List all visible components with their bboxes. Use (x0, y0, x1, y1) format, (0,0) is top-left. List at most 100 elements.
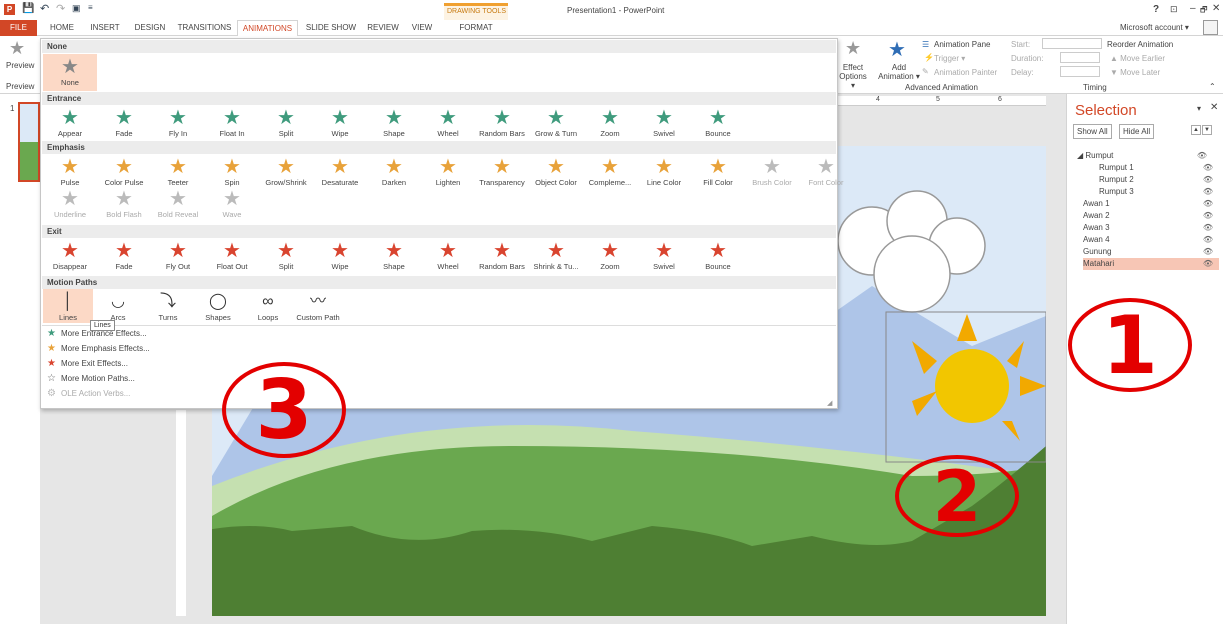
redo-icon[interactable]: ↷ (56, 2, 65, 15)
exit-item[interactable]: ★ Fly Out (151, 238, 205, 278)
animation-painter-button[interactable]: Animation Painter (934, 68, 997, 77)
emphasis-item[interactable]: ★ Bold Flash (97, 186, 151, 226)
show-all-button[interactable]: Show All (1073, 124, 1112, 139)
bring-forward-icon[interactable]: ▲ (1191, 125, 1201, 135)
motion-path-item[interactable]: 〰 Custom Path (293, 289, 343, 323)
more-exit-effects[interactable]: ★ More Exit Effects... (47, 358, 128, 369)
exit-item[interactable]: ★ Wipe (313, 238, 367, 278)
emphasis-item[interactable]: ★ Grow/Shrink (259, 154, 313, 194)
exit-item[interactable]: ★ Disappear (43, 238, 97, 278)
visibility-eye-icon[interactable]: 👁 (1197, 150, 1207, 162)
preview-button[interactable]: Preview (6, 61, 34, 70)
minimize-button[interactable]: – (1190, 3, 1196, 14)
emphasis-item[interactable]: ★ Underline (43, 186, 97, 226)
motion-path-item[interactable]: ⤵ Turns (143, 289, 193, 323)
entrance-item[interactable]: ★ Grow & Turn (529, 105, 583, 145)
tab-design[interactable]: DESIGN (130, 20, 170, 36)
tab-review[interactable]: REVIEW (364, 20, 402, 36)
effect-options-button[interactable]: Effect Options ▾ (838, 63, 868, 90)
help-button[interactable]: ? (1153, 4, 1159, 15)
exit-item[interactable]: ★ Random Bars (475, 238, 529, 278)
visibility-eye-icon[interactable]: 👁 (1203, 222, 1213, 234)
restore-button[interactable]: 🗗 (1200, 4, 1208, 18)
visibility-eye-icon[interactable]: 👁 (1203, 198, 1213, 210)
visibility-eye-icon[interactable]: 👁 (1203, 210, 1213, 222)
emphasis-item[interactable]: ★ Brush Color (745, 154, 799, 194)
visibility-eye-icon[interactable]: 👁 (1203, 162, 1213, 174)
tab-file[interactable]: FILE (0, 20, 37, 36)
collapse-ribbon-icon[interactable]: ⌃ (1209, 82, 1216, 91)
entrance-item[interactable]: ★ Float In (205, 105, 259, 145)
tab-format[interactable]: FORMAT (452, 20, 500, 36)
undo-icon[interactable]: ↶ (40, 2, 49, 15)
selection-item-rumput-3[interactable]: Rumput 3 👁 (1099, 186, 1219, 198)
emphasis-item[interactable]: ★ Fill Color (691, 154, 745, 194)
visibility-eye-icon[interactable]: 👁 (1203, 174, 1213, 186)
qat-customize-icon[interactable]: ≡ (88, 3, 93, 12)
entrance-item[interactable]: ★ Random Bars (475, 105, 529, 145)
motion-path-item[interactable]: ◯ Shapes (193, 289, 243, 323)
ribbon-display-options-button[interactable]: ⊡ (1170, 4, 1178, 15)
exit-item[interactable]: ★ Bounce (691, 238, 745, 278)
entrance-item[interactable]: ★ Swivel (637, 105, 691, 145)
more-motion-paths[interactable]: ☆ More Motion Paths... (47, 373, 135, 384)
entrance-item[interactable]: ★ Split (259, 105, 313, 145)
move-earlier-button[interactable]: ▲ Move Earlier (1110, 54, 1165, 63)
entrance-item[interactable]: ★ Fade (97, 105, 151, 145)
close-button[interactable]: ✕ (1212, 3, 1220, 14)
emphasis-item[interactable]: ★ Darken (367, 154, 421, 194)
exit-item[interactable]: ★ Fade (97, 238, 151, 278)
entrance-item[interactable]: ★ Appear (43, 105, 97, 145)
hide-all-button[interactable]: Hide All (1119, 124, 1155, 139)
animation-pane-button[interactable]: Animation Pane (934, 40, 990, 49)
emphasis-item[interactable]: ★ Lighten (421, 154, 475, 194)
exit-item[interactable]: ★ Swivel (637, 238, 691, 278)
visibility-eye-icon[interactable]: 👁 (1203, 186, 1213, 198)
visibility-eye-icon[interactable]: 👁 (1203, 258, 1213, 270)
emphasis-item[interactable]: ★ Desaturate (313, 154, 367, 194)
add-animation-button[interactable]: Add Animation ▾ (877, 63, 921, 81)
account-label[interactable]: Microsoft account ▾ (1120, 23, 1189, 32)
exit-item[interactable]: ★ Split (259, 238, 313, 278)
ole-action-verbs[interactable]: ⚙ OLE Action Verbs... (47, 388, 130, 399)
tab-view[interactable]: VIEW (408, 20, 436, 36)
tab-transitions[interactable]: TRANSITIONS (176, 20, 233, 36)
exit-item[interactable]: ★ Shrink & Tu... (529, 238, 583, 278)
start-select[interactable] (1042, 38, 1102, 49)
motion-path-item[interactable]: ∞ Loops (243, 289, 293, 323)
selection-item-rumput-2[interactable]: Rumput 2 👁 (1099, 174, 1219, 186)
duration-stepper[interactable] (1060, 52, 1100, 63)
slide-thumbnail[interactable] (18, 102, 40, 182)
emphasis-item[interactable]: ★ Compleme... (583, 154, 637, 194)
emphasis-item[interactable]: ★ Line Color (637, 154, 691, 194)
selection-item-gunung[interactable]: Gunung 👁 (1083, 246, 1219, 258)
motion-path-item[interactable]: ◡ Arcs (93, 289, 143, 323)
tab-home[interactable]: HOME (45, 20, 79, 36)
entrance-item[interactable]: ★ Wipe (313, 105, 367, 145)
entrance-item[interactable]: ★ Zoom (583, 105, 637, 145)
entrance-item[interactable]: ★ Fly In (151, 105, 205, 145)
move-later-button[interactable]: ▼ Move Later (1110, 68, 1160, 77)
send-backward-icon[interactable]: ▼ (1202, 125, 1212, 135)
exit-item[interactable]: ★ Wheel (421, 238, 475, 278)
entrance-item[interactable]: ★ Bounce (691, 105, 745, 145)
pane-options-icon[interactable]: ▾ (1197, 104, 1201, 113)
motion-path-item[interactable]: │ Lines (43, 289, 93, 323)
delay-stepper[interactable] (1060, 66, 1100, 77)
emphasis-item[interactable]: ★ Font Color (799, 154, 853, 194)
visibility-eye-icon[interactable]: 👁 (1203, 246, 1213, 258)
selection-item-awan-2[interactable]: Awan 2 👁 (1083, 210, 1219, 222)
selection-item-awan-1[interactable]: Awan 1 👁 (1083, 198, 1219, 210)
emphasis-item[interactable]: ★ Bold Reveal (151, 186, 205, 226)
tab-animations[interactable]: ANIMATIONS (237, 20, 298, 37)
tab-slide-show[interactable]: SLIDE SHOW (304, 20, 358, 36)
trigger-button[interactable]: Trigger ▾ (934, 54, 965, 63)
start-from-beginning-icon[interactable]: ▣ (72, 3, 81, 14)
close-pane-icon[interactable]: ✕ (1210, 102, 1218, 113)
selection-item-awan-3[interactable]: Awan 3 👁 (1083, 222, 1219, 234)
emphasis-item[interactable]: ★ Transparency (475, 154, 529, 194)
entrance-item[interactable]: ★ Shape (367, 105, 421, 145)
selection-item-rumput-1[interactable]: Rumput 1 👁 (1099, 162, 1219, 174)
selection-item-rumput[interactable]: ◢ Rumput 👁 (1077, 150, 1213, 162)
selection-item-matahari[interactable]: Matahari 👁 (1083, 258, 1219, 270)
